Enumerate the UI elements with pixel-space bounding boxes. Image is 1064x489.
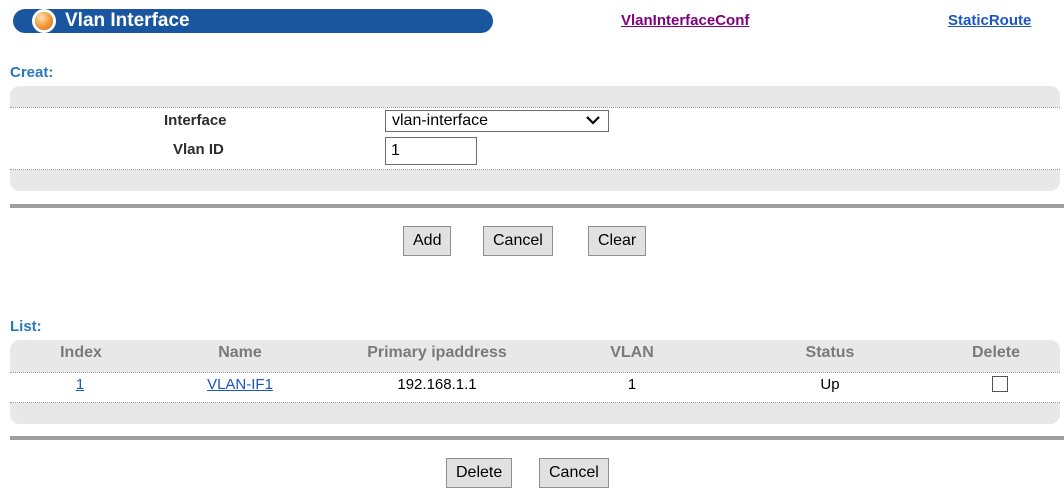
create-cancel-button[interactable]: Cancel <box>483 226 553 256</box>
page-title: Vlan Interface <box>65 10 190 31</box>
vlan-id-row: Vlan ID <box>10 135 1060 170</box>
interface-select-value: vlan-interface <box>392 112 489 129</box>
column-header-vlan: VLAN <box>610 344 654 361</box>
interface-label: Interface <box>164 112 227 129</box>
table-row: 1 VLAN-IF1 192.168.1.1 1 Up <box>10 372 1060 403</box>
vlan-id-label: Vlan ID <box>173 141 224 158</box>
page-title-bar: Vlan Interface <box>13 9 493 33</box>
row-vlan: 1 <box>627 376 637 393</box>
delete-button[interactable]: Delete <box>446 458 513 488</box>
orange-orb-icon <box>35 12 53 30</box>
vlan-interface-conf-link[interactable]: VlanInterfaceConf <box>621 12 749 29</box>
chevron-down-icon <box>586 113 600 128</box>
row-name-link[interactable]: VLAN-IF1 <box>207 376 273 393</box>
create-divider <box>10 204 1064 208</box>
column-header-index: Index <box>60 344 102 361</box>
row-ip-address: 192.168.1.1 <box>397 376 477 393</box>
column-header-status: Status <box>805 344 855 361</box>
interface-row: Interface vlan-interface <box>10 107 1060 136</box>
vlan-id-input[interactable] <box>385 137 477 165</box>
row-delete-checkbox[interactable] <box>992 376 1008 392</box>
clear-button[interactable]: Clear <box>588 226 647 256</box>
add-button[interactable]: Add <box>403 226 452 256</box>
interface-select[interactable]: vlan-interface <box>385 110 609 132</box>
static-route-link[interactable]: StaticRoute <box>948 12 1031 29</box>
create-panel: Interface vlan-interface Vlan ID <box>10 86 1060 191</box>
list-cancel-button[interactable]: Cancel <box>539 458 609 488</box>
row-status: Up <box>820 376 840 393</box>
column-header-primary-ipaddress: Primary ipaddress <box>367 344 507 361</box>
column-header-name: Name <box>218 344 262 361</box>
create-section-label: Creat: <box>10 64 54 81</box>
column-header-delete: Delete <box>971 344 1021 361</box>
list-section-label: List: <box>10 318 42 335</box>
row-index-link[interactable]: 1 <box>76 376 84 393</box>
list-divider <box>10 436 1064 440</box>
list-panel: Index Name Primary ipaddress VLAN Status… <box>10 340 1060 424</box>
